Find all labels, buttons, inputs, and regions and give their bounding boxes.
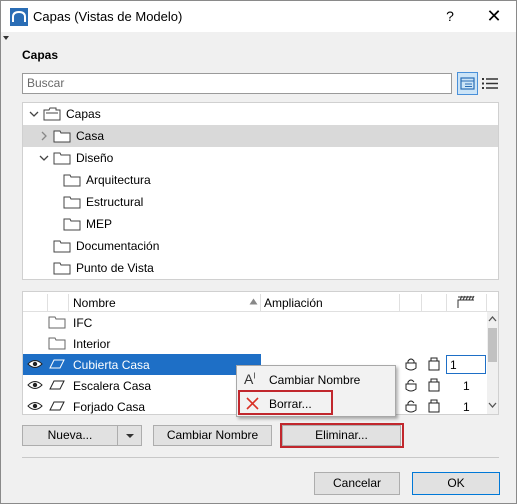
folder-icon [53,152,71,165]
tree-item-label: Documentación [76,239,160,253]
layer-folder-tree: Capas Casa Diseño Arquitectura Estructur… [22,102,499,280]
folder-icon [48,337,66,350]
tree-item-mep[interactable]: MEP [23,213,498,235]
intersection-value[interactable]: 1 [463,400,470,414]
divider [22,457,499,458]
menu-item-label: Cambiar Nombre [269,373,361,387]
section-title: Capas [22,48,59,62]
cancel-button[interactable]: Cancelar [314,472,400,495]
tree-item-label: Casa [76,129,105,143]
folder-icon [63,174,81,187]
ok-button[interactable]: OK [412,472,500,495]
chevron-down-icon[interactable] [39,153,49,163]
table-header: Nombre Ampliación [23,292,498,312]
intersection-value[interactable]: 1 [463,379,470,393]
cancel-button-label: Cancelar [332,476,382,490]
tree-item-label: Estructural [86,195,144,209]
window-title: Capas (Vistas de Modelo) [33,9,183,24]
scroll-down-icon[interactable] [488,402,497,408]
sort-ascending-icon [249,298,258,305]
tree-item-casa[interactable]: Casa [23,125,498,147]
unlock-icon[interactable] [404,399,418,414]
ok-button-label: OK [447,476,465,490]
folder-icon [48,316,66,329]
archicad-app-icon [10,8,28,26]
new-layer-button[interactable]: Nueva... [22,425,118,446]
folder-icon [53,262,71,275]
table-row[interactable]: Interior [23,333,486,354]
lock-icon[interactable] [404,357,418,372]
help-button[interactable]: ? [437,1,463,32]
tree-item-documentacion[interactable]: Documentación [23,235,498,257]
close-button[interactable]: ✕ [479,1,509,32]
title-bar: Capas (Vistas de Modelo) ? ✕ [1,1,516,32]
rename-button-label: Cambiar Nombre [166,428,259,442]
eye-icon[interactable] [27,380,43,390]
tree-item-estructural[interactable]: Estructural [23,191,498,213]
unlock-icon[interactable] [404,378,418,393]
tree-item-label: MEP [86,217,113,231]
search-input[interactable]: Buscar [22,73,452,94]
chevron-right-icon[interactable] [39,131,49,141]
tree-item-label: Punto de Vista [76,261,154,275]
tree-view-toggle-button[interactable] [457,72,478,95]
table-row[interactable]: IFC [23,312,486,333]
layer-icon [49,359,65,369]
folder-icon [63,196,81,209]
layer-name: Interior [73,337,111,351]
chevron-down-icon[interactable] [29,109,39,119]
wireframe-icon[interactable] [427,378,441,393]
intersection-value[interactable]: 1 [450,358,457,372]
tree-item-arquitectura[interactable]: Arquitectura [23,169,498,191]
tree-item-label: Diseño [76,151,114,165]
layer-icon [49,380,65,390]
tree-item-label: Arquitectura [86,173,151,187]
rename-button[interactable]: Cambiar Nombre [153,425,272,446]
layer-name: Cubierta Casa [73,358,150,372]
eye-icon[interactable] [27,401,43,411]
layer-name: Forjado Casa [73,400,146,414]
collapse-triangle-icon[interactable] [3,36,9,40]
tree-view-icon [460,77,475,90]
rename-icon: AI [244,371,256,387]
scroll-up-icon[interactable] [488,316,497,322]
column-header-extension[interactable]: Ampliación [264,296,323,310]
layer-name: Escalera Casa [73,379,152,393]
folder-icon [53,130,71,143]
tree-item-diseno[interactable]: Diseño [23,147,498,169]
new-dropdown-button[interactable] [117,425,142,446]
menu-item-rename[interactable]: AI Cambiar Nombre [237,368,395,392]
eye-icon[interactable] [27,359,43,369]
list-view-icon [482,78,498,89]
folder-icon [53,240,71,253]
tree-item-punto-de-vista[interactable]: Punto de Vista [23,257,498,279]
scroll-thumb[interactable] [488,328,497,362]
column-header-name[interactable]: Nombre [73,296,116,310]
wireframe-icon[interactable] [427,399,441,414]
wireframe-icon[interactable] [427,357,441,372]
layer-icon [49,401,65,411]
layer-name: IFC [73,316,93,330]
new-button-label: Nueva... [47,428,93,442]
stacked-folder-icon [43,107,61,121]
dropdown-arrow-icon [125,434,134,438]
intersection-group-icon [457,295,475,308]
highlight-eliminar [280,423,404,448]
tree-item-capas[interactable]: Capas [23,103,498,125]
highlight-borrar [238,390,333,415]
list-view-toggle-button[interactable] [481,73,499,94]
layers-dialog: Capas (Vistas de Modelo) ? ✕ Capas Busca… [0,0,517,504]
table-scrollbar[interactable] [487,312,498,414]
folder-icon [63,218,81,231]
tree-item-label: Capas [66,107,101,121]
